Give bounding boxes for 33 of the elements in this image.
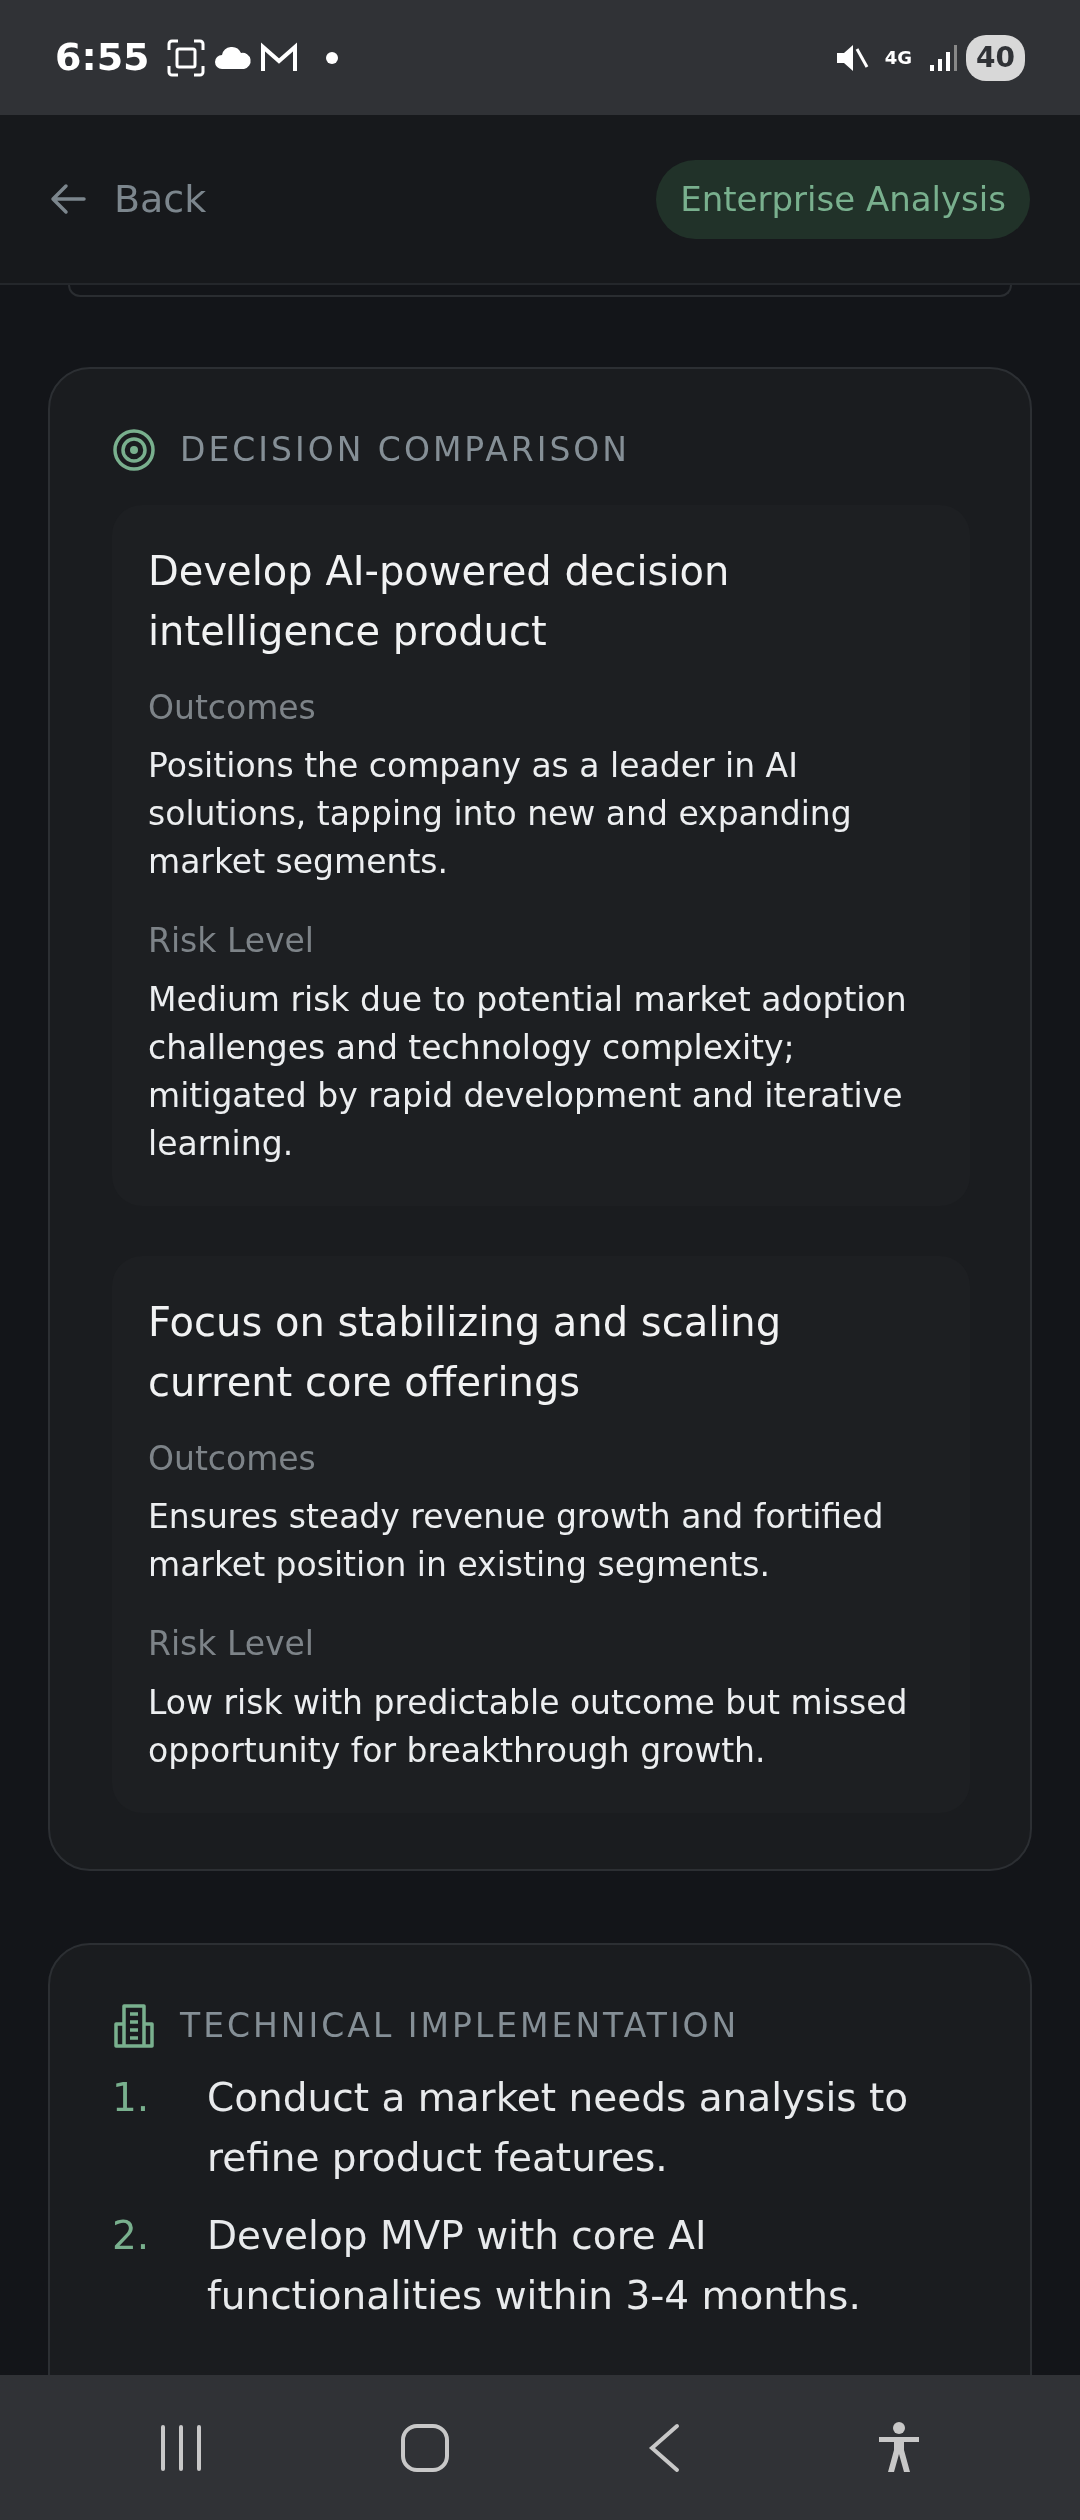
risk-text: Low risk with predictable outcome but missed opportunity for breakthrough growth. [148, 1681, 909, 1772]
cloud-icon [213, 44, 252, 71]
step-number: 2. [112, 2212, 151, 2260]
option-title: Focus on stabilizing and scaling current core offerings [148, 1297, 783, 1407]
option-title: Develop AI-powered decision intelligence product [148, 546, 731, 656]
field-label: Risk Level [148, 920, 315, 962]
building-icon [112, 2002, 156, 2049]
battery-level: 40 [966, 34, 1025, 81]
back-button[interactable]: Back [50, 170, 207, 228]
accessibility-icon[interactable] [877, 2421, 922, 2474]
network-type: 4G [884, 48, 913, 67]
section-title: TECHNICAL IMPLEMENTATION [180, 2004, 740, 2047]
outcome-text: Ensures steady revenue growth and fortified market position in existing segments. [148, 1496, 885, 1586]
section-title: DECISION COMPARISON [180, 429, 630, 471]
field-label: Outcomes [148, 1437, 317, 1480]
step-text: Develop MVP with core AI functionalities within 3-4 months. [207, 2212, 862, 2320]
step-text: Conduct a market needs analysis to refine product features. [207, 2074, 910, 2182]
back-arrow-icon [50, 183, 86, 215]
back-icon[interactable] [647, 2422, 680, 2473]
step-number: 1. [112, 2074, 151, 2122]
category-badge: Enterprise Analysis [656, 159, 1030, 239]
signal-icon [928, 42, 959, 73]
recent-apps-icon[interactable] [158, 2423, 203, 2472]
target-icon [112, 427, 156, 472]
mail-icon [259, 41, 298, 74]
home-icon[interactable] [400, 2422, 451, 2473]
clock-time: 6:55 [55, 34, 150, 81]
outcome-text: Positions the company as a leader in AI solutions, tapping into new and expanding market segments. [148, 745, 853, 883]
screenshot-icon [165, 37, 206, 78]
dot-icon [325, 51, 338, 64]
field-label: Risk Level [148, 1623, 315, 1665]
field-label: Outcomes [148, 686, 317, 729]
risk-text: Medium risk due to potential market adoption challenges and technology complexity; mitigated by rapid development and iterative learning. [148, 978, 908, 1165]
